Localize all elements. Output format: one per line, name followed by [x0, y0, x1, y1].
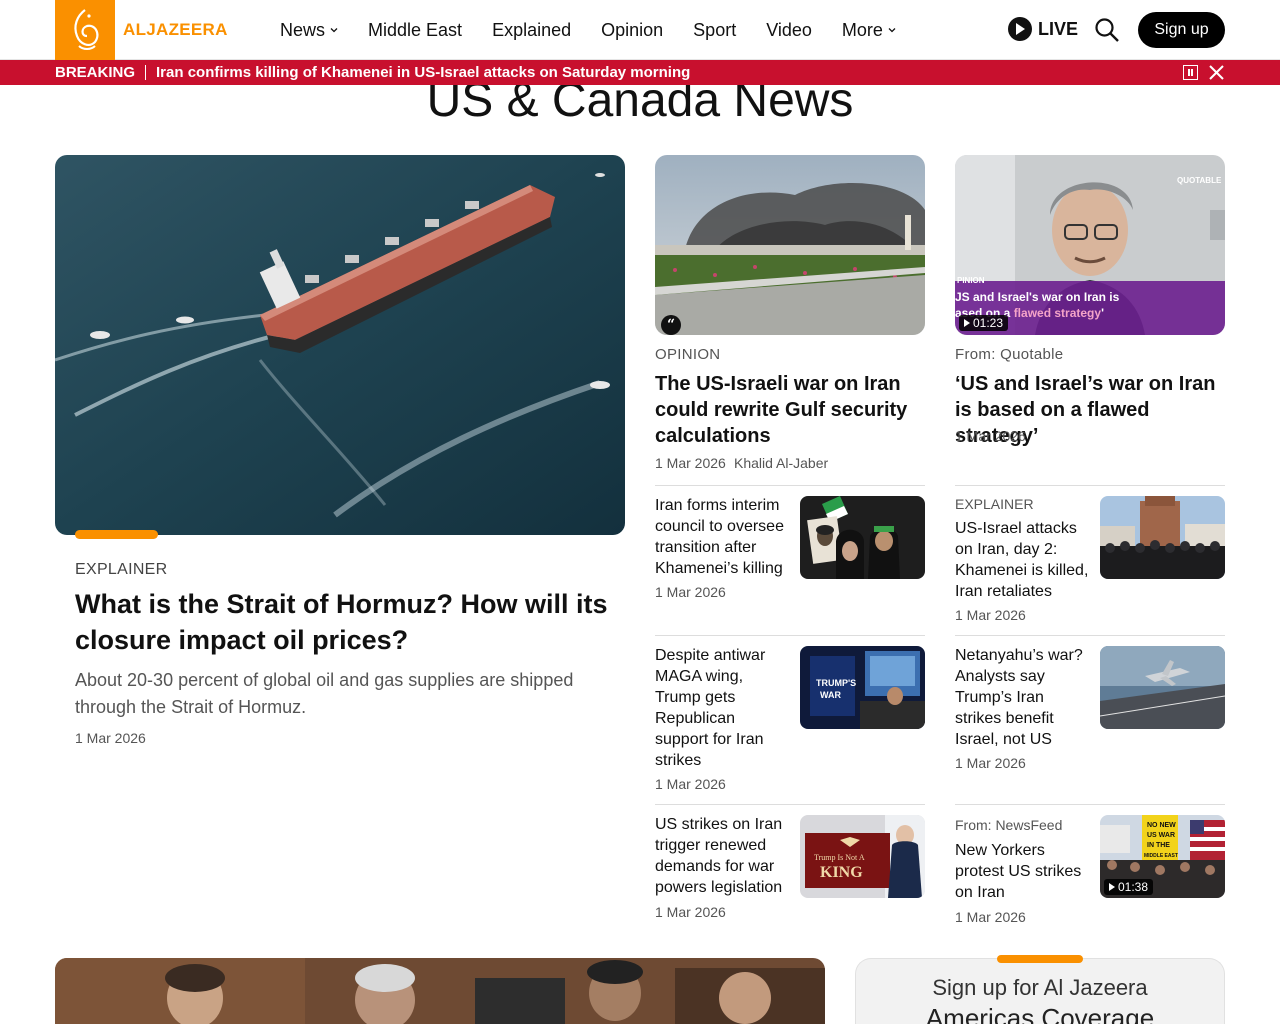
list-item-image[interactable]: NO NEW US WAR IN THE MIDDLE EAST 01:38	[1100, 815, 1225, 898]
featured-summary: About 20-30 percent of global oil and ga…	[75, 670, 574, 717]
list-item-headline[interactable]: US-Israel attacks on Iran, day 2: Khamen…	[955, 518, 1090, 602]
video-duration: 01:38	[1118, 880, 1149, 894]
overlay-line-1: JS and Israel's war on Iran is	[955, 290, 1120, 304]
play-icon	[1008, 17, 1032, 41]
nav-item-explained[interactable]: Explained	[492, 20, 571, 41]
divider	[955, 804, 1225, 805]
nav-item-label: More	[841, 19, 883, 40]
list-item-kicker[interactable]: From: NewsFeed	[955, 817, 1062, 833]
nav-item-label: Sport	[693, 19, 737, 40]
nav-item-middle-east[interactable]: Middle East	[368, 20, 462, 41]
list-item-date: 1 Mar 2026	[655, 584, 726, 600]
nav-item-news[interactable]: News	[280, 20, 338, 41]
divider	[655, 485, 925, 486]
main-nav: News Middle East Explained Opinion Sport…	[280, 0, 926, 60]
image-text: MIDDLE EAST	[1144, 853, 1178, 859]
card-kicker[interactable]: OPINION	[655, 346, 720, 363]
list-item-headline[interactable]: US strikes on Iran trigger renewed deman…	[655, 814, 790, 898]
breaking-label: BREAKING	[55, 65, 147, 80]
list-item-image[interactable]: Trump Is Not A KING	[800, 815, 925, 898]
live-label: LIVE	[1038, 18, 1079, 39]
list-item-date: 1 Mar 2026	[955, 607, 1026, 623]
image-text: KING	[820, 864, 863, 881]
card-date: 1 Mar 2026	[655, 455, 726, 471]
list-item-headline[interactable]: New Yorkers protest US strikes on Iran	[955, 840, 1090, 903]
nav-item-label: Video	[766, 19, 812, 40]
featured-image-tanker[interactable]	[55, 155, 625, 535]
list-item-date: 1 Mar 2026	[655, 904, 726, 920]
featured-accent-bar	[75, 530, 158, 539]
site-header: ALJAZEERA News Middle East Explained Opi…	[0, 0, 1280, 60]
divider	[655, 635, 925, 636]
nav-item-label: Middle East	[368, 19, 463, 40]
aljazeera-logo-icon	[55, 0, 115, 60]
card-headline[interactable]: The US-Israeli war on Iran could rewrite…	[655, 371, 925, 449]
overlay-brand: QUOTABLE	[1177, 176, 1222, 185]
image-text: IN THE	[1147, 842, 1170, 849]
list-item-image[interactable]: TRUMP'S WAR	[800, 646, 925, 729]
card-kicker[interactable]: From: Quotable	[955, 346, 1063, 363]
opinion-card-image[interactable]: “	[655, 155, 925, 335]
list-item-headline[interactable]: Iran forms interim council to oversee tr…	[655, 495, 790, 579]
chevron-down-icon	[330, 28, 338, 33]
nav-item-label: News	[280, 19, 326, 40]
nav-item-video[interactable]: Video	[766, 20, 812, 41]
video-duration-badge: 01:38	[1104, 879, 1154, 895]
featured-kicker[interactable]: EXPLAINER	[75, 561, 168, 579]
list-item-headline[interactable]: Netanyahu’s war? Analysts say Trump’s Ir…	[955, 645, 1090, 750]
divider	[955, 635, 1225, 636]
nav-item-label: Explained	[492, 19, 572, 40]
live-button[interactable]: LIVE	[1008, 17, 1078, 41]
image-text: Trump Is Not A	[814, 853, 865, 862]
featured-date: 1 Mar 2026	[75, 730, 146, 746]
chevron-down-icon	[888, 28, 896, 33]
divider	[655, 804, 925, 805]
newsletter-accent-bar	[997, 955, 1083, 963]
list-item-date: 1 Mar 2026	[655, 776, 726, 792]
video-duration: 01:23	[973, 316, 1004, 330]
overlay-tag: PINION	[957, 276, 985, 285]
video-duration-badge: 01:23	[959, 315, 1009, 331]
image-text: US WAR	[1147, 832, 1175, 839]
overlay-line-2b: flawed strategy	[1014, 306, 1102, 320]
bottom-feature-image[interactable]	[55, 958, 825, 1024]
image-text: TRUMP'S	[816, 678, 856, 688]
newsletter-heading: Sign up for Al Jazeera	[932, 975, 1148, 1000]
card-author[interactable]: Khalid Al-Jaber	[734, 455, 828, 471]
image-text: NO NEW	[1147, 822, 1176, 829]
nav-item-opinion[interactable]: Opinion	[601, 20, 663, 41]
card-date: 1 Mar 2026	[955, 428, 1026, 444]
list-item-image[interactable]	[1100, 646, 1225, 729]
search-icon[interactable]	[1094, 17, 1120, 43]
breaking-headline-link[interactable]: Iran confirms killing of Khamenei in US-…	[156, 64, 690, 81]
quote-icon: “	[661, 315, 681, 335]
list-item-date: 1 Mar 2026	[955, 909, 1026, 925]
play-icon	[964, 319, 970, 327]
nav-item-more[interactable]: More	[842, 20, 896, 41]
close-icon[interactable]	[1208, 64, 1225, 81]
list-item-image[interactable]	[800, 496, 925, 579]
newsletter-title: Americas Coverage	[925, 1003, 1155, 1024]
list-item-kicker[interactable]: EXPLAINER	[955, 496, 1034, 512]
divider	[955, 485, 1225, 486]
image-text: WAR	[820, 690, 841, 700]
list-item-date: 1 Mar 2026	[955, 755, 1026, 771]
breaking-news-bar: BREAKING Iran confirms killing of Khamen…	[0, 60, 1280, 85]
sign-up-button[interactable]: Sign up	[1138, 12, 1225, 48]
nav-item-sport[interactable]: Sport	[693, 20, 736, 41]
video-card-image[interactable]: PINION JS and Israel's war on Iran is as…	[955, 155, 1225, 335]
list-item-image[interactable]	[1100, 496, 1225, 579]
nav-item-label: Opinion	[601, 19, 664, 40]
pause-icon[interactable]	[1183, 65, 1198, 80]
site-logo[interactable]: ALJAZEERA	[55, 0, 228, 60]
play-icon	[1109, 883, 1115, 891]
featured-headline[interactable]: What is the Strait of Hormuz? How will i…	[75, 586, 615, 658]
logo-wordmark: ALJAZEERA	[123, 20, 228, 39]
list-item-headline[interactable]: Despite antiwar MAGA wing, Trump gets Re…	[655, 645, 790, 771]
overlay-line-2c: '	[1101, 306, 1104, 320]
